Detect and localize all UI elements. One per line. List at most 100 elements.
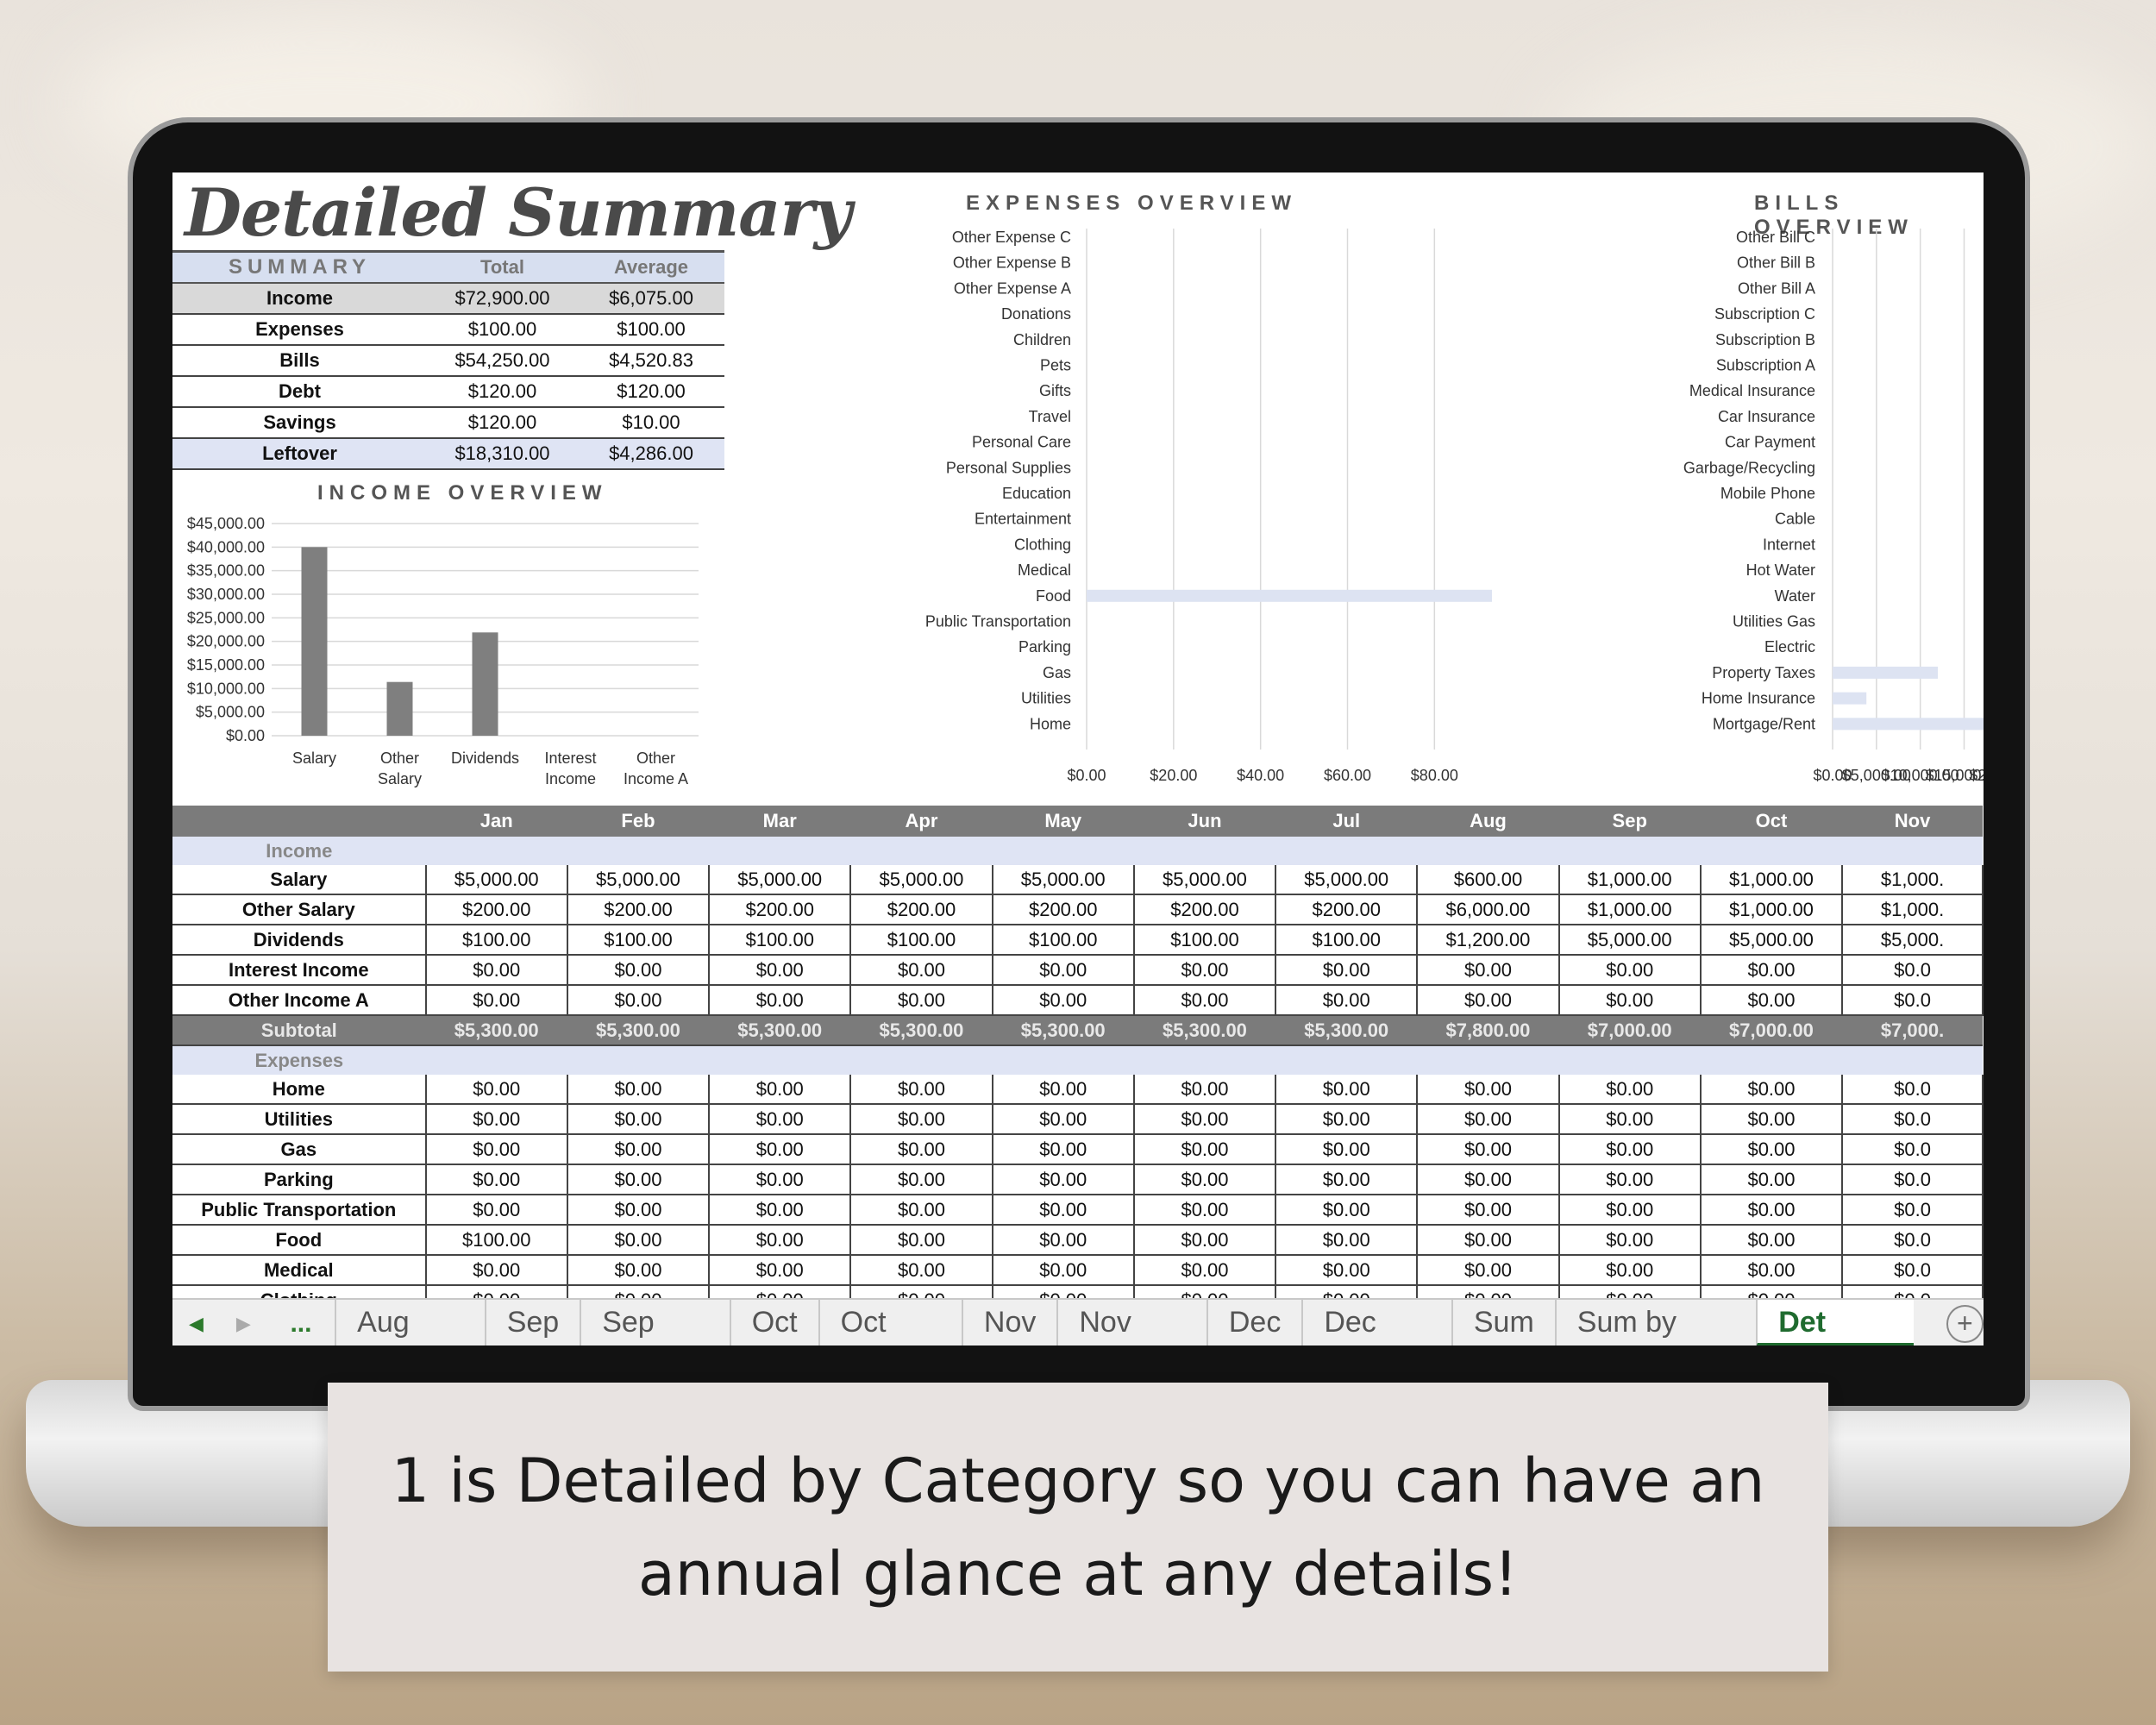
value-cell[interactable]: $0.00 — [1275, 1255, 1419, 1286]
value-cell[interactable]: $0.00 — [1700, 1195, 1844, 1226]
value-cell[interactable]: $5,000.00 — [425, 865, 568, 895]
value-cell[interactable]: $200.00 — [850, 894, 993, 925]
month-header[interactable]: Mar — [709, 806, 851, 837]
value-cell[interactable]: $200.00 — [1275, 894, 1419, 925]
sheet-tab[interactable]: Sep — [484, 1300, 580, 1346]
value-cell[interactable]: $0.00 — [1417, 1134, 1560, 1165]
value-cell[interactable]: $5,300.00 — [850, 1015, 993, 1046]
value-cell[interactable]: $0.00 — [1558, 1075, 1702, 1105]
summary-row-average[interactable]: $6,075.00 — [578, 283, 724, 315]
corner-cell[interactable] — [172, 806, 426, 837]
value-cell[interactable]: $0.0 — [1842, 1225, 1984, 1256]
value-cell[interactable]: $5,000.00 — [850, 865, 993, 895]
section-label[interactable]: Expenses — [172, 1045, 426, 1075]
value-cell[interactable]: $0.00 — [1558, 955, 1702, 986]
value-cell[interactable]: $0.00 — [425, 1134, 568, 1165]
value-cell[interactable]: $0.00 — [1417, 1225, 1560, 1256]
row-label[interactable]: Salary — [172, 865, 427, 895]
section-cell[interactable] — [567, 837, 710, 865]
value-cell[interactable]: $0.00 — [1558, 1134, 1702, 1165]
value-cell[interactable]: $0.00 — [850, 1225, 993, 1256]
value-cell[interactable]: $5,300.00 — [425, 1015, 567, 1046]
value-cell[interactable]: $0.0 — [1842, 985, 1984, 1016]
section-cell[interactable] — [1700, 1045, 1843, 1075]
value-cell[interactable]: $0.00 — [1275, 1164, 1419, 1195]
value-cell[interactable]: $0.00 — [1275, 1075, 1419, 1105]
value-cell[interactable]: $0.00 — [709, 1195, 852, 1226]
sheet-tab[interactable]: Sep Exp — [580, 1300, 730, 1346]
row-label[interactable]: Medical — [172, 1255, 427, 1286]
month-header[interactable]: Jan — [425, 806, 567, 837]
value-cell[interactable]: $0.0 — [1842, 955, 1984, 986]
value-cell[interactable]: $0.00 — [1558, 1225, 1702, 1256]
value-cell[interactable]: $600.00 — [1417, 865, 1560, 895]
value-cell[interactable]: $7,800.00 — [1417, 1015, 1559, 1046]
section-cell[interactable] — [1558, 1045, 1701, 1075]
summary-row-total[interactable]: $120.00 — [427, 407, 578, 439]
value-cell[interactable]: $0.00 — [567, 1285, 711, 1298]
value-cell[interactable]: $0.0 — [1842, 1285, 1984, 1298]
row-label[interactable]: Food — [172, 1225, 427, 1256]
section-cell[interactable] — [567, 1045, 710, 1075]
summary-row-average[interactable]: $4,520.83 — [578, 345, 724, 377]
value-cell[interactable]: $0.00 — [1700, 1134, 1844, 1165]
value-cell[interactable]: $0.00 — [709, 955, 852, 986]
sheet-tab[interactable]: Aug Exp — [335, 1300, 485, 1346]
value-cell[interactable]: $5,000. — [1842, 925, 1984, 956]
value-cell[interactable]: $0.00 — [567, 1225, 711, 1256]
value-cell[interactable]: $200.00 — [1133, 894, 1277, 925]
section-cell[interactable] — [1417, 1045, 1559, 1075]
value-cell[interactable]: $100.00 — [1275, 925, 1419, 956]
value-cell[interactable]: $5,000.00 — [992, 865, 1135, 895]
section-cell[interactable] — [1842, 1045, 1983, 1075]
value-cell[interactable]: $0.00 — [1275, 1134, 1419, 1165]
value-cell[interactable]: $5,300.00 — [709, 1015, 851, 1046]
value-cell[interactable]: $0.00 — [850, 1075, 993, 1105]
value-cell[interactable]: $0.00 — [1133, 1134, 1277, 1165]
value-cell[interactable]: $0.00 — [425, 1255, 568, 1286]
value-cell[interactable]: $200.00 — [709, 894, 852, 925]
month-header[interactable]: Jun — [1133, 806, 1276, 837]
value-cell[interactable]: $0.00 — [567, 1164, 711, 1195]
value-cell[interactable]: $0.00 — [1417, 955, 1560, 986]
value-cell[interactable]: $0.00 — [709, 1255, 852, 1286]
value-cell[interactable]: $7,000.00 — [1700, 1015, 1843, 1046]
value-cell[interactable]: $0.00 — [1700, 1285, 1844, 1298]
value-cell[interactable]: $0.00 — [1558, 1255, 1702, 1286]
next-sheet-icon[interactable]: ▶ — [220, 1313, 267, 1335]
value-cell[interactable]: $0.00 — [1275, 1104, 1419, 1135]
month-header[interactable]: Jul — [1275, 806, 1418, 837]
value-cell[interactable]: $0.00 — [1417, 985, 1560, 1016]
value-cell[interactable]: $0.00 — [1700, 1164, 1844, 1195]
value-cell[interactable]: $1,000.00 — [1558, 865, 1702, 895]
value-cell[interactable]: $0.00 — [1133, 1225, 1277, 1256]
section-cell[interactable] — [1417, 837, 1559, 865]
row-label[interactable]: Subtotal — [172, 1015, 426, 1046]
value-cell[interactable]: $0.0 — [1842, 1195, 1984, 1226]
value-cell[interactable]: $0.00 — [992, 1134, 1135, 1165]
value-cell[interactable]: $0.00 — [850, 1164, 993, 1195]
value-cell[interactable]: $0.00 — [1558, 1104, 1702, 1135]
value-cell[interactable]: $0.00 — [1133, 1195, 1277, 1226]
value-cell[interactable]: $0.00 — [1558, 1195, 1702, 1226]
value-cell[interactable]: $0.00 — [992, 985, 1135, 1016]
value-cell[interactable]: $0.00 — [709, 1164, 852, 1195]
row-label[interactable]: Other Income A — [172, 985, 427, 1016]
value-cell[interactable]: $0.00 — [1133, 1285, 1277, 1298]
sheet-tab[interactable]: Dec Exp — [1301, 1300, 1451, 1346]
value-cell[interactable]: $0.00 — [567, 1195, 711, 1226]
row-label[interactable]: Public Transportation — [172, 1195, 427, 1226]
month-header[interactable]: Aug — [1417, 806, 1559, 837]
value-cell[interactable]: $0.00 — [425, 1195, 568, 1226]
section-cell[interactable] — [850, 837, 993, 865]
value-cell[interactable]: $5,000.00 — [1275, 865, 1419, 895]
row-label[interactable]: Other Salary — [172, 894, 427, 925]
month-header[interactable]: Nov — [1842, 806, 1983, 837]
row-label[interactable]: Clothing — [172, 1285, 427, 1298]
value-cell[interactable]: $0.00 — [1558, 1164, 1702, 1195]
value-cell[interactable]: $0.00 — [992, 1285, 1135, 1298]
value-cell[interactable]: $0.00 — [1275, 1285, 1419, 1298]
section-cell[interactable] — [1133, 1045, 1276, 1075]
value-cell[interactable]: $0.00 — [850, 985, 993, 1016]
month-header[interactable]: Feb — [567, 806, 710, 837]
